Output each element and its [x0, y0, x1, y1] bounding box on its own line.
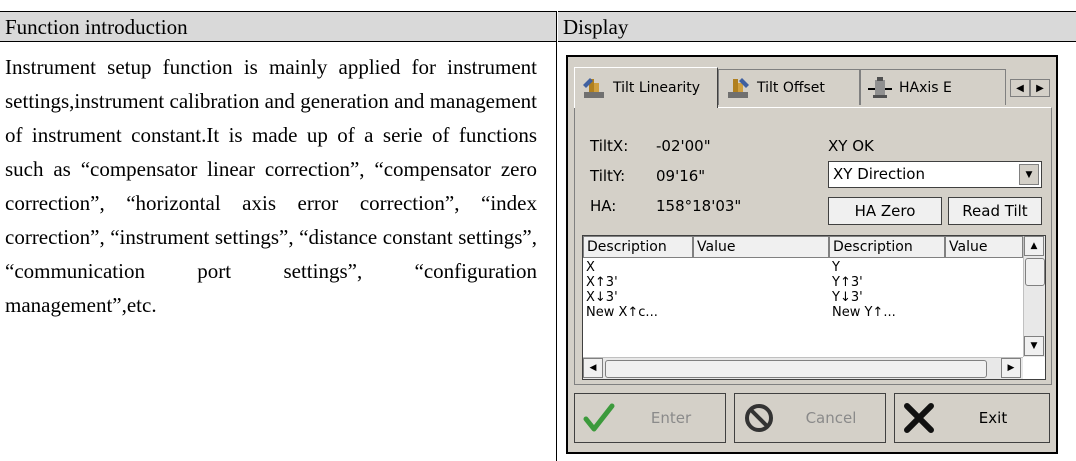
ha-zero-button[interactable]: HA Zero [828, 197, 942, 225]
tilt-linearity-icon [583, 78, 604, 98]
triangle-right-icon: ▶ [1036, 82, 1044, 94]
direction-select-value: XY Direction [833, 165, 925, 183]
cancel-circle-icon [745, 404, 773, 432]
chevron-right-icon: ▶ [1007, 363, 1015, 373]
column-divider [556, 11, 557, 461]
exit-label: Exit [978, 409, 1008, 427]
close-x-icon [904, 403, 934, 433]
action-bar: Enter Cancel Exit [574, 393, 1052, 448]
table-cell[interactable]: New Y↑... [832, 305, 896, 320]
tilt-status: XY OK [828, 137, 874, 155]
table-cell[interactable]: Y↓3' [832, 290, 863, 305]
tiltx-label: TiltX: [590, 137, 629, 155]
direction-select[interactable]: XY Direction ▼ [828, 161, 1042, 188]
column-header-description-1[interactable]: Description [583, 236, 693, 258]
function-introduction-text: Instrument setup function is mainly appl… [5, 55, 537, 317]
column-header-value-2[interactable]: Value [945, 236, 1023, 258]
horizontal-scroll-thumb[interactable] [605, 360, 987, 378]
tilty-label: TiltY: [590, 167, 626, 185]
tab-haxis[interactable]: HAxis E [860, 69, 1006, 105]
tiltx-value: -02'00" [656, 137, 711, 155]
tab-label: HAxis E [899, 79, 952, 96]
column-header-display: Display [558, 11, 1076, 42]
chevron-up-icon: ▲ [1030, 241, 1038, 251]
haxis-icon [868, 76, 892, 98]
chevron-down-icon: ▼ [1030, 341, 1038, 351]
tilty-value: 09'16" [656, 167, 706, 185]
tab-label: Tilt Linearity [613, 80, 701, 96]
exit-button[interactable]: Exit [894, 393, 1050, 443]
table-cell[interactable]: X↓3' [586, 290, 618, 305]
table-cell[interactable]: Y [832, 260, 840, 275]
calibration-table[interactable]: Description Value Description Value X X↑… [582, 235, 1046, 380]
horizontal-scrollbar[interactable]: ◀ ▶ [583, 357, 1023, 379]
chevron-down-icon[interactable]: ▼ [1019, 164, 1039, 185]
tab-strip: Tilt Linearity Tilt Offset HAxis E ◀ ▶ [574, 67, 1052, 108]
scroll-right-button[interactable]: ▶ [1001, 358, 1021, 378]
vertical-scrollbar[interactable]: ▲ ▼ [1023, 236, 1045, 357]
column-header-value-1[interactable]: Value [693, 236, 829, 258]
tab-tilt-offset[interactable]: Tilt Offset [718, 69, 860, 105]
enter-label: Enter [650, 409, 692, 427]
read-tilt-button[interactable]: Read Tilt [948, 197, 1042, 225]
scroll-up-button[interactable]: ▲ [1024, 236, 1044, 256]
tilt-offset-icon [728, 77, 749, 98]
checkmark-icon [583, 403, 615, 432]
ha-label: HA: [590, 197, 617, 215]
vertical-scroll-thumb[interactable] [1025, 258, 1045, 286]
column-header-function-introduction: Function introduction [0, 11, 557, 42]
scroll-down-button[interactable]: ▼ [1024, 336, 1044, 356]
instrument-setup-window: Tilt Linearity Tilt Offset HAxis E ◀ ▶ T… [566, 55, 1058, 454]
table-cell[interactable]: X [586, 260, 595, 275]
enter-button[interactable]: Enter [574, 393, 726, 443]
column-header-description-2[interactable]: Description [829, 236, 945, 258]
tab-scroll-left-button[interactable]: ◀ [1010, 79, 1030, 97]
table-cell[interactable]: New X↑c... [586, 305, 658, 320]
tab-scroll-right-button[interactable]: ▶ [1030, 79, 1050, 97]
table-cell[interactable]: Y↑3' [832, 275, 863, 290]
triangle-left-icon: ◀ [1016, 82, 1024, 94]
tab-label: Tilt Offset [757, 79, 825, 96]
cancel-label: Cancel [805, 409, 857, 427]
chevron-left-icon: ◀ [589, 363, 597, 373]
cancel-button[interactable]: Cancel [734, 393, 886, 443]
tab-tilt-linearity[interactable]: Tilt Linearity [574, 67, 718, 108]
ha-value: 158°18'03" [656, 197, 742, 215]
scroll-left-button[interactable]: ◀ [583, 358, 603, 378]
table-cell[interactable]: X↑3' [586, 275, 618, 290]
